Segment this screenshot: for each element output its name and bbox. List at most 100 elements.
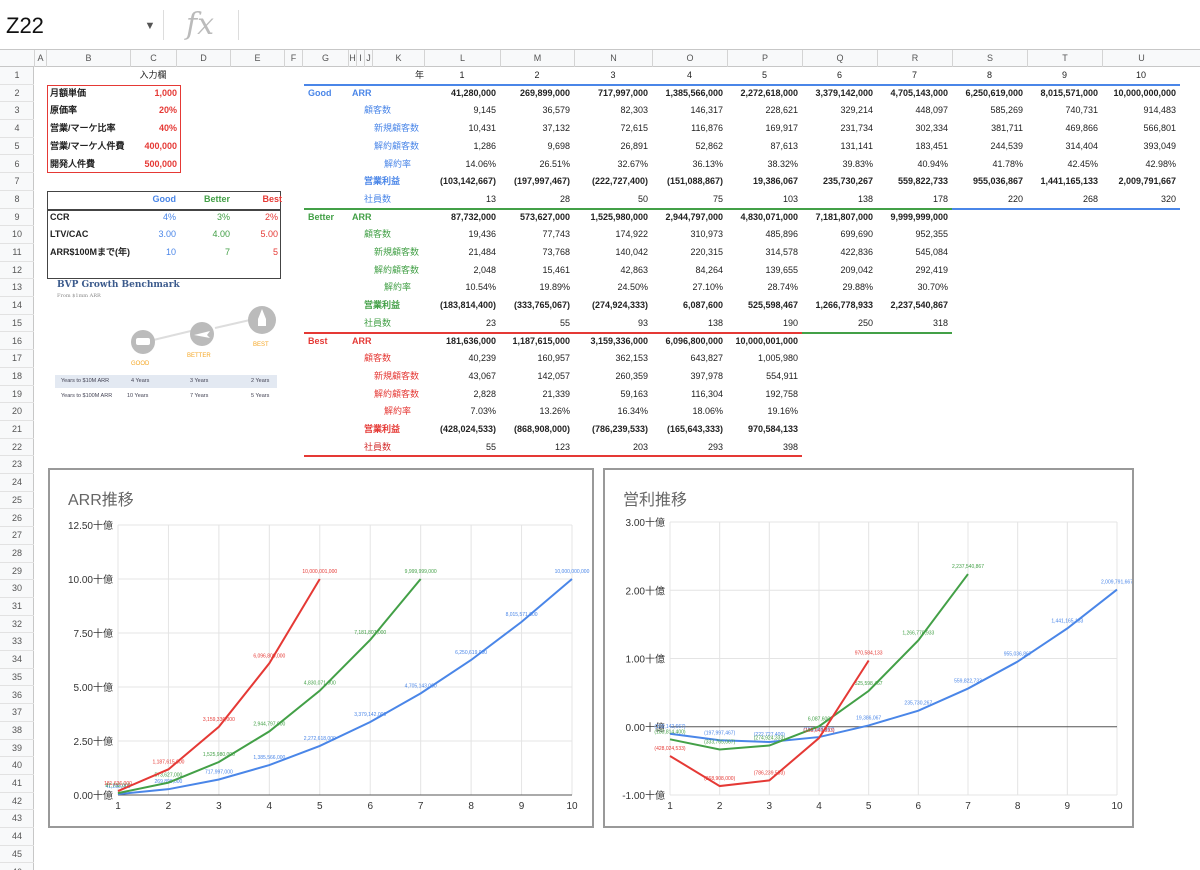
column-header[interactable]: A xyxy=(34,50,46,67)
input-value: 500,000 xyxy=(144,158,177,169)
column-header[interactable]: L xyxy=(424,50,500,67)
name-box[interactable]: Z22 xyxy=(0,6,160,46)
bvp-subtitle: From $1mm ARR xyxy=(57,293,101,299)
column-header[interactable]: M xyxy=(500,50,574,67)
value-cell: 160,957 xyxy=(537,353,570,364)
row-header[interactable]: 24 xyxy=(0,474,34,492)
row-header[interactable]: 19 xyxy=(0,386,34,404)
row-header[interactable]: 4 xyxy=(0,120,34,138)
year-header: 7 xyxy=(911,70,917,80)
value-cell: 75 xyxy=(712,193,723,204)
row-header[interactable]: 18 xyxy=(0,368,34,386)
row-header[interactable]: 41 xyxy=(0,775,34,793)
row-header[interactable]: 32 xyxy=(0,616,34,634)
x-tick-label: 7 xyxy=(418,801,424,812)
value-cell: 231,734 xyxy=(840,123,873,134)
profit-chart[interactable]: 営利推移 1 2 3 4 5 6 7 8 9 10 -1.00十億 0.00十億 1.00十億 2.00十… xyxy=(603,468,1134,828)
column-header[interactable]: O xyxy=(652,50,727,67)
row-header[interactable]: 35 xyxy=(0,669,34,687)
column-header[interactable]: K xyxy=(372,50,424,67)
row-header[interactable]: 21 xyxy=(0,421,34,439)
row-header[interactable]: 38 xyxy=(0,722,34,740)
row-header[interactable]: 46 xyxy=(0,864,34,870)
data-label: 6,087,600 xyxy=(808,716,830,722)
column-header[interactable]: E xyxy=(230,50,284,67)
value-cell: 970,584,133 xyxy=(747,424,798,434)
column-header[interactable]: S xyxy=(952,50,1027,67)
row-header[interactable]: 23 xyxy=(0,456,34,475)
row-header[interactable]: 31 xyxy=(0,598,34,616)
row-header[interactable]: 37 xyxy=(0,704,34,722)
value-cell: 220,315 xyxy=(690,247,723,257)
row-header[interactable]: 27 xyxy=(0,527,34,545)
row-header[interactable]: 13 xyxy=(0,279,34,298)
column-header[interactable]: U xyxy=(1102,50,1180,67)
row-header[interactable]: 34 xyxy=(0,651,34,669)
row-header[interactable]: 17 xyxy=(0,350,34,368)
row-header[interactable]: 11 xyxy=(0,244,34,262)
row-header[interactable]: 43 xyxy=(0,810,34,829)
row-header[interactable]: 15 xyxy=(0,315,34,333)
row-header[interactable]: 6 xyxy=(0,156,34,174)
input-value: 1,000 xyxy=(154,87,177,98)
column-header[interactable]: T xyxy=(1027,50,1102,67)
bvp-graphic xyxy=(131,306,276,354)
bench-good: 3.00 xyxy=(158,229,176,240)
column-header[interactable]: J xyxy=(364,50,372,67)
bench-better: 4.00 xyxy=(212,229,230,240)
row-header[interactable]: 40 xyxy=(0,757,34,775)
row-header[interactable]: 33 xyxy=(0,633,34,652)
column-header[interactable]: Q xyxy=(802,50,877,67)
column-header[interactable]: R xyxy=(877,50,952,67)
column-header[interactable]: F xyxy=(284,50,302,67)
column-header[interactable]: B xyxy=(46,50,130,67)
row-header[interactable]: 29 xyxy=(0,563,34,581)
row-header[interactable]: 3 xyxy=(0,102,34,121)
value-cell: 393,049 xyxy=(1143,140,1176,151)
row-header[interactable]: 5 xyxy=(0,138,34,156)
value-cell: 1,441,165,133 xyxy=(1040,176,1098,187)
row-header[interactable]: 44 xyxy=(0,828,34,846)
row-header[interactable]: 28 xyxy=(0,545,34,563)
value-cell: 40,239 xyxy=(468,353,496,364)
column-header[interactable]: P xyxy=(727,50,802,67)
row-header[interactable]: 2 xyxy=(0,85,34,103)
row-header[interactable]: 20 xyxy=(0,403,34,421)
row-label: ARR xyxy=(352,211,372,222)
column-header[interactable]: N xyxy=(574,50,652,67)
value-cell: 50 xyxy=(637,193,648,204)
row-header[interactable]: 26 xyxy=(0,510,34,528)
row-header[interactable]: 45 xyxy=(0,846,34,864)
value-cell: 39.83% xyxy=(842,158,873,169)
value-cell: 302,334 xyxy=(915,123,948,134)
row-header[interactable]: 10 xyxy=(0,226,34,244)
row-header[interactable]: 22 xyxy=(0,439,34,457)
column-header[interactable]: G xyxy=(302,50,348,67)
row-header[interactable]: 36 xyxy=(0,687,34,705)
row-header[interactable]: 12 xyxy=(0,262,34,280)
data-label: (197,997,467) xyxy=(704,730,735,736)
formula-input[interactable] xyxy=(244,6,1194,46)
row-header[interactable]: 8 xyxy=(0,191,34,209)
row-header[interactable]: 1 xyxy=(0,67,34,85)
year-header: 5 xyxy=(761,70,767,80)
value-cell: 1,525,980,000 xyxy=(590,211,648,222)
column-header[interactable]: D xyxy=(176,50,230,67)
row-header[interactable]: 9 xyxy=(0,209,34,227)
divider xyxy=(238,10,239,40)
row-header[interactable]: 16 xyxy=(0,333,34,351)
column-header[interactable]: C xyxy=(130,50,176,67)
column-header[interactable]: H xyxy=(348,50,356,67)
row-header[interactable]: 25 xyxy=(0,492,34,510)
data-label: 3,379,142,000 xyxy=(354,712,386,718)
column-header[interactable]: I xyxy=(356,50,364,67)
row-header[interactable]: 14 xyxy=(0,297,34,315)
name-box-dropdown-icon[interactable]: ▼ xyxy=(140,6,160,46)
row-header[interactable]: 42 xyxy=(0,793,34,811)
row-header[interactable]: 39 xyxy=(0,740,34,758)
value-cell: 42.98% xyxy=(1145,158,1176,169)
row-header[interactable]: 30 xyxy=(0,580,34,598)
arr-chart[interactable]: ARR推移 1 2 3 4 5 6 7 8 9 10 0.00十億 2.50十億 5.00十億 7.50十… xyxy=(48,468,594,828)
row-header[interactable]: 7 xyxy=(0,173,34,191)
data-label: 10,000,000,000 xyxy=(555,569,590,575)
